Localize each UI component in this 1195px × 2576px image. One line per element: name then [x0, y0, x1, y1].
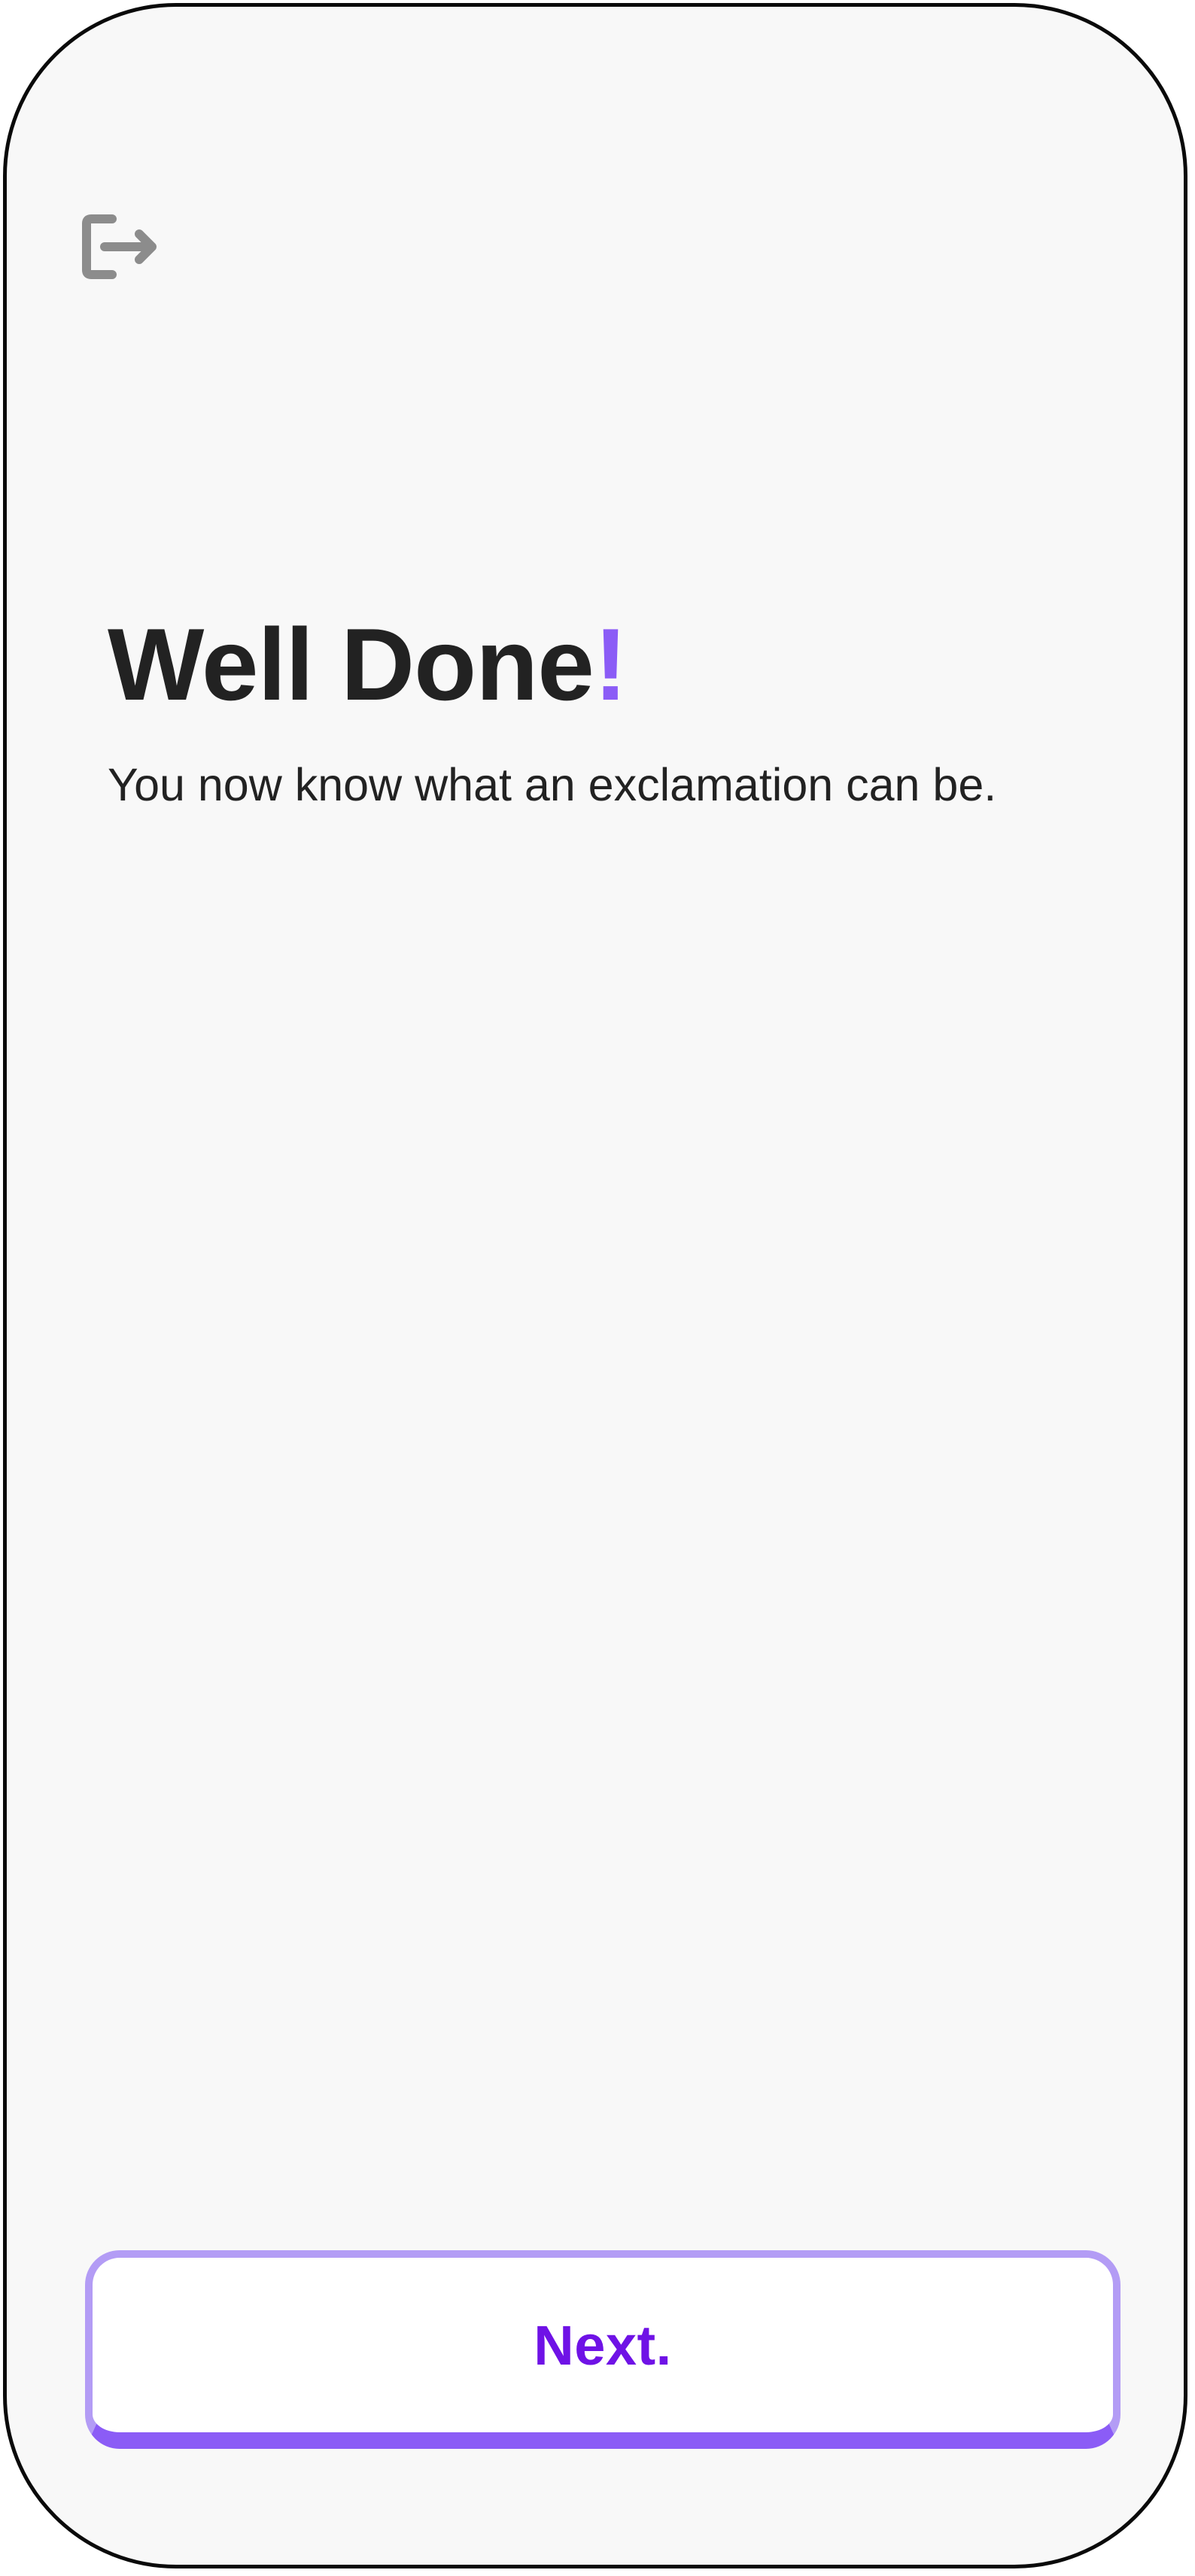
title-text: Well Done — [108, 607, 594, 721]
next-button[interactable]: Next. — [85, 2250, 1121, 2449]
phone-screen: Well Done! You now know what an exclamat… — [3, 3, 1187, 2568]
page-title: Well Done! — [108, 607, 1108, 721]
exit-icon[interactable] — [79, 210, 162, 285]
subtitle: You now know what an exclamation can be. — [108, 758, 997, 810]
next-button-label: Next. — [534, 2313, 672, 2377]
completion-message: Well Done! You now know what an exclamat… — [108, 607, 1108, 813]
title-exclamation: ! — [593, 607, 628, 721]
